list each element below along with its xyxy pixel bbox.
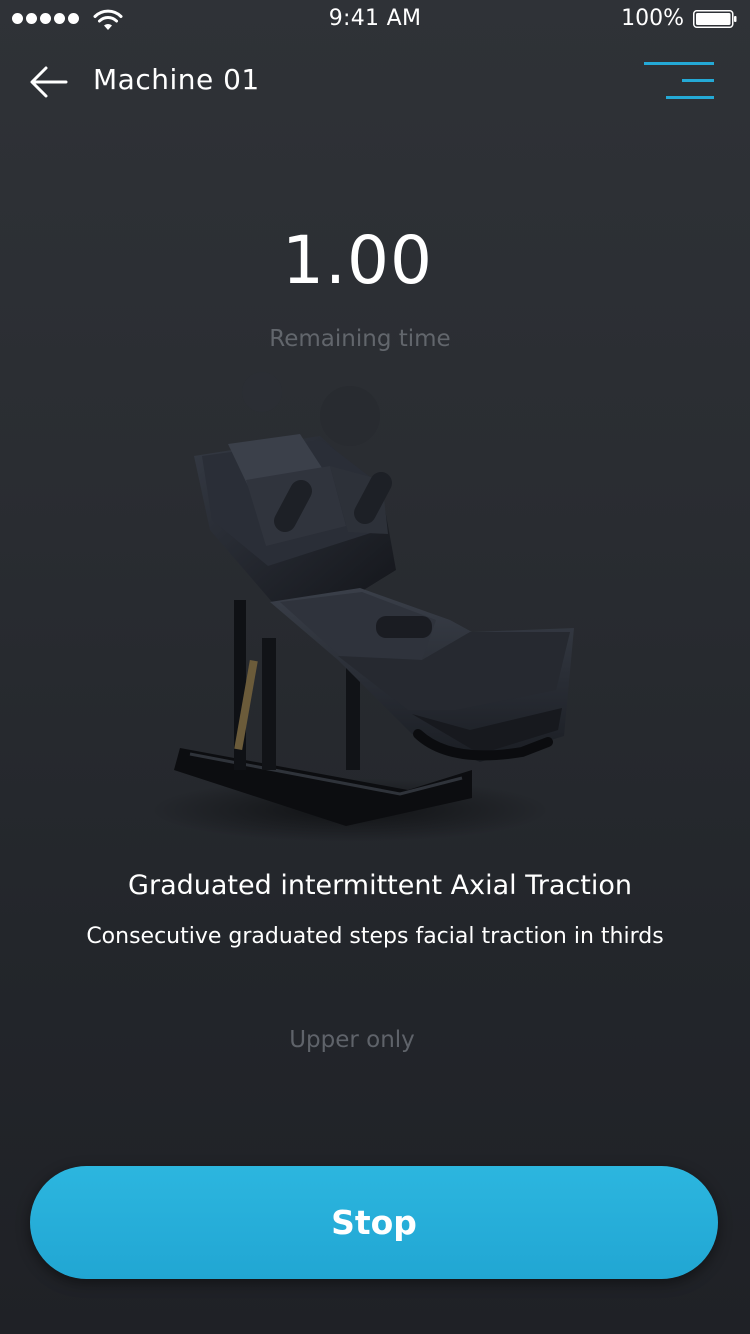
menu-icon[interactable] (640, 60, 716, 102)
traction-table-image (150, 372, 574, 842)
remaining-time-value: 1.00 (282, 222, 433, 299)
battery-percentage: 100% (621, 6, 684, 31)
page-title: Machine 01 (93, 63, 260, 96)
traction-mode-label: Upper only (289, 1027, 415, 1053)
status-bar: 9:41 AM 100% (0, 0, 750, 40)
program-description: Consecutive graduated steps facial tract… (86, 924, 664, 949)
program-title: Graduated intermittent Axial Traction (128, 870, 632, 901)
remaining-time-label: Remaining time (269, 326, 451, 352)
back-arrow-icon[interactable] (28, 64, 70, 100)
machine-session-screen: 9:41 AM 100% Machine 01 1.00 Remaining t… (0, 0, 750, 1334)
battery-icon (693, 10, 737, 28)
stop-button[interactable]: Stop (30, 1166, 718, 1279)
